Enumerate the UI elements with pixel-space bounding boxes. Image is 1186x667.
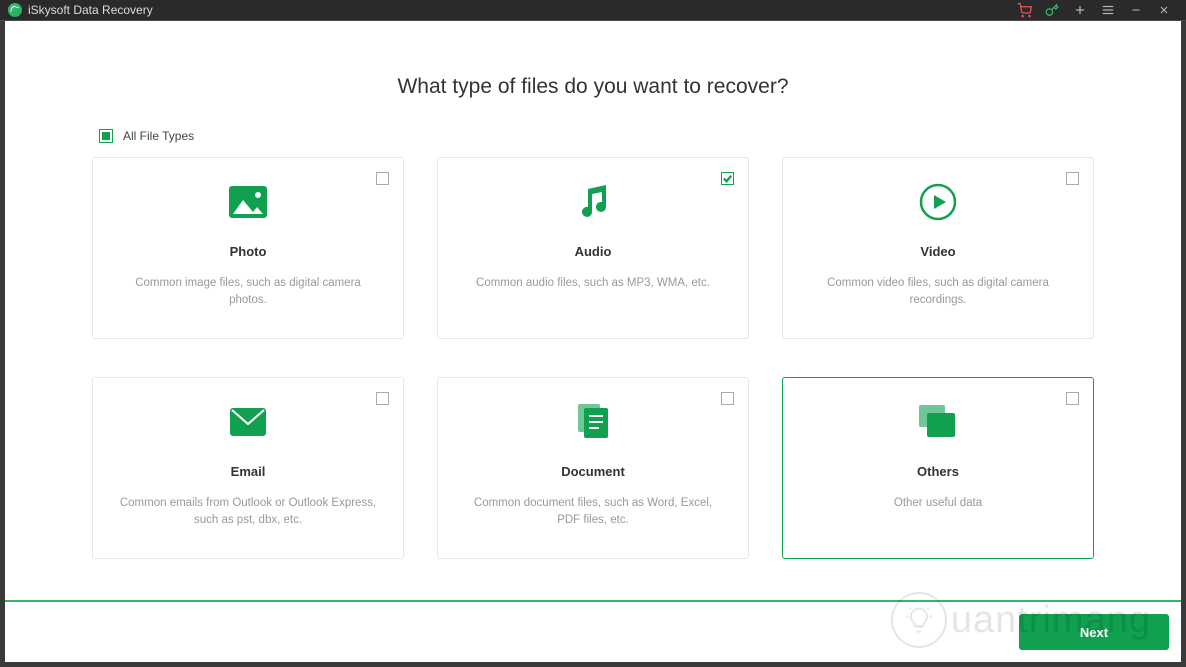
photo-icon [229, 180, 267, 224]
window-title: iSkysoft Data Recovery [28, 3, 153, 17]
card-video-desc: Common video files, such as digital came… [783, 275, 1093, 310]
cart-icon[interactable] [1010, 0, 1038, 20]
card-others-title: Others [917, 464, 959, 479]
card-email-title: Email [231, 464, 266, 479]
folder-copy-icon [919, 400, 957, 444]
all-file-types-checkbox[interactable] [99, 129, 113, 143]
card-others-desc: Other useful data [870, 495, 1006, 512]
main-canvas: What type of files do you want to recove… [5, 21, 1181, 662]
title-bar: iSkysoft Data Recovery [0, 0, 1186, 21]
card-audio-desc: Common audio files, such as MP3, WMA, et… [452, 275, 734, 292]
card-email-desc: Common emails from Outlook or Outlook Ex… [93, 495, 403, 530]
footer: Next [5, 600, 1181, 662]
card-photo[interactable]: Photo Common image files, such as digita… [92, 157, 404, 339]
all-file-types-label: All File Types [123, 129, 194, 143]
card-email[interactable]: Email Common emails from Outlook or Outl… [92, 377, 404, 559]
file-type-grid: Photo Common image files, such as digita… [92, 157, 1094, 559]
card-photo-title: Photo [230, 244, 267, 259]
card-document-desc: Common document files, such as Word, Exc… [438, 495, 748, 530]
card-document-checkbox[interactable] [721, 392, 734, 405]
card-video[interactable]: Video Common video files, such as digita… [782, 157, 1094, 339]
close-button[interactable] [1150, 0, 1178, 20]
page-heading: What type of files do you want to recove… [5, 75, 1181, 99]
envelope-icon [230, 400, 266, 444]
music-note-icon [578, 180, 608, 224]
plus-icon[interactable] [1066, 0, 1094, 20]
card-audio[interactable]: Audio Common audio files, such as MP3, W… [437, 157, 749, 339]
all-file-types-row[interactable]: All File Types [99, 129, 1181, 143]
card-photo-checkbox[interactable] [376, 172, 389, 185]
key-icon[interactable] [1038, 0, 1066, 20]
app-logo-icon [8, 3, 22, 17]
card-others-checkbox[interactable] [1066, 392, 1079, 405]
card-document-title: Document [561, 464, 625, 479]
card-email-checkbox[interactable] [376, 392, 389, 405]
card-video-title: Video [920, 244, 955, 259]
card-others[interactable]: Others Other useful data [782, 377, 1094, 559]
menu-icon[interactable] [1094, 0, 1122, 20]
play-icon [919, 180, 957, 224]
card-audio-title: Audio [575, 244, 612, 259]
next-button[interactable]: Next [1019, 614, 1169, 650]
minimize-button[interactable] [1122, 0, 1150, 20]
card-photo-desc: Common image files, such as digital came… [93, 275, 403, 310]
document-icon [575, 400, 611, 444]
card-document[interactable]: Document Common document files, such as … [437, 377, 749, 559]
card-video-checkbox[interactable] [1066, 172, 1079, 185]
card-audio-checkbox[interactable] [721, 172, 734, 185]
